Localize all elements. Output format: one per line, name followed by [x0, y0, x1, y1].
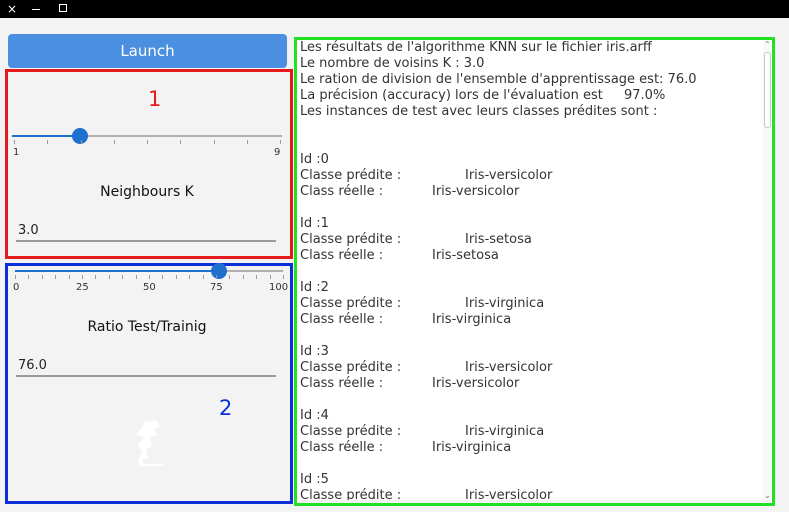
predicted-class-line: Classe prédite : Iris-versicolor: [300, 360, 553, 375]
mascot-icon: [136, 420, 164, 466]
ratio-slider-fill: [15, 270, 219, 272]
k-slider-tick: [80, 140, 82, 144]
ratio-slider-tick-label: 100: [269, 282, 289, 293]
result-value: Iris-setosa: [432, 248, 499, 263]
k-slider-tick: [113, 140, 115, 144]
result-header-line: Le ration de division de l'ensemble d'ap…: [300, 72, 697, 87]
instance-id: Id :5: [300, 472, 329, 487]
ratio-slider-tick: [149, 275, 150, 279]
ratio-slider-tick: [162, 275, 164, 279]
ratio-slider-tick: [175, 275, 177, 279]
ratio-label: Ratio Test/Trainig: [87, 319, 207, 335]
ratio-slider-tick: [269, 275, 271, 279]
ratio-slider-tick: [122, 275, 124, 279]
ratio-value-field[interactable]: 76.0: [18, 358, 47, 373]
ratio-slider-tick: [242, 275, 244, 279]
k-slider-min-label: 1: [13, 147, 20, 158]
ratio-slider-tick: [82, 275, 83, 279]
result-value: Iris-versicolor: [465, 168, 553, 183]
ratio-slider-tick-label: 75: [210, 282, 223, 293]
real-class-line: Class réelle : Iris-virginica: [300, 312, 512, 327]
k-slider-tick: [246, 140, 248, 144]
ratio-slider-tick: [108, 275, 110, 279]
predicted-class-line: Classe prédite : Iris-setosa: [300, 232, 532, 247]
predicted-class-line: Classe prédite : Iris-virginica: [300, 424, 545, 439]
ratio-slider-tick-label: 25: [76, 282, 89, 293]
result-value: Iris-setosa: [465, 232, 532, 247]
real-class-line: Class réelle : Iris-virginica: [300, 440, 512, 455]
real-class-line: Class réelle : Iris-setosa: [300, 248, 499, 263]
scrollbar-thumb[interactable]: [764, 52, 771, 128]
instance-id: Id :1: [300, 216, 329, 231]
result-value: Iris-versicolor: [465, 360, 553, 375]
ratio-slider-tick: [229, 275, 231, 279]
ratio-slider-tick: [15, 275, 16, 279]
real-class-line: Class réelle : Iris-versicolor: [300, 376, 520, 391]
real-class-line: Class réelle : Iris-versicolor: [300, 184, 520, 199]
ratio-slider-tick: [55, 275, 57, 279]
result-header-line: Le nombre de voisins K : 3.0: [300, 56, 485, 71]
neighbours-k-label: Neighbours K: [100, 184, 194, 200]
ratio-slider-tick: [216, 275, 217, 279]
result-value: Iris-virginica: [432, 312, 512, 327]
ratio-slider-tick: [95, 275, 97, 279]
predicted-class-line: Classe prédite : Iris-versicolor: [300, 488, 552, 500]
k-slider-tick: [213, 140, 215, 144]
ratio-slider-tick-label: 0: [13, 282, 20, 293]
ratio-slider-tick: [202, 275, 204, 279]
instance-id: Id :0: [300, 152, 329, 167]
results-scrollbar[interactable]: ⌃ ⌄: [763, 40, 772, 500]
predicted-class-line: Classe prédite : Iris-virginica: [300, 296, 545, 311]
k-slider-tick: [180, 140, 182, 144]
k-slider-tick: [147, 140, 148, 144]
k-field-underline: [16, 240, 276, 242]
result-value: Iris-virginica: [465, 424, 545, 439]
annotation-label-1: 1: [148, 87, 162, 111]
result-value: Iris-virginica: [465, 296, 545, 311]
ratio-slider-tick: [256, 275, 258, 279]
ratio-slider-tick: [28, 275, 30, 279]
result-header-line: Les résultats de l'algorithme KNN sur le…: [300, 40, 652, 55]
ratio-slider-tick-label: 50: [143, 282, 156, 293]
ratio-slider-tick: [189, 275, 191, 279]
ratio-slider-tick: [135, 275, 137, 279]
instance-id: Id :2: [300, 280, 329, 295]
results-text-area[interactable]: Les résultats de l'algorithme KNN sur le…: [297, 40, 763, 500]
ratio-field-underline: [16, 375, 276, 377]
annotation-box-2: [5, 263, 293, 504]
scroll-up-arrow-icon[interactable]: ⌃: [764, 40, 771, 49]
k-slider-tick: [14, 140, 15, 144]
result-header-line: Les instances de test avec leurs classes…: [300, 104, 658, 119]
k-slider-thumb[interactable]: [71, 128, 88, 144]
predicted-class-line: Classe prédite : Iris-versicolor: [300, 168, 553, 183]
annotation-label-2: 2: [219, 396, 233, 420]
k-slider-max-label: 9: [274, 147, 281, 158]
ratio-slider-thumb[interactable]: [210, 263, 227, 279]
result-value: Iris-versicolor: [432, 184, 520, 199]
k-value-field[interactable]: 3.0: [18, 223, 39, 238]
k-slider-tick: [47, 140, 49, 144]
launch-button[interactable]: Launch: [8, 34, 287, 68]
k-slider-tick: [280, 140, 281, 144]
ratio-slider-tick: [41, 275, 43, 279]
ratio-slider-tick: [68, 275, 70, 279]
ratio-slider-tick: [283, 275, 284, 279]
minimize-window-button[interactable]: [32, 9, 40, 10]
instance-id: Id :4: [300, 408, 329, 423]
result-value: 97.0%: [624, 88, 666, 103]
close-window-button[interactable]: ×: [0, 0, 24, 18]
k-slider-fill: [12, 135, 80, 137]
scroll-down-arrow-icon[interactable]: ⌄: [764, 491, 771, 500]
result-header-line: La précision (accuracy) lors de l'évalua…: [300, 88, 666, 103]
window-titlebar: ×: [0, 0, 789, 18]
result-value: Iris-versicolor: [432, 376, 520, 391]
result-value: Iris-versicolor: [465, 488, 553, 500]
maximize-window-button[interactable]: [59, 4, 67, 12]
instance-id: Id :3: [300, 344, 329, 359]
result-value: Iris-virginica: [432, 440, 512, 455]
